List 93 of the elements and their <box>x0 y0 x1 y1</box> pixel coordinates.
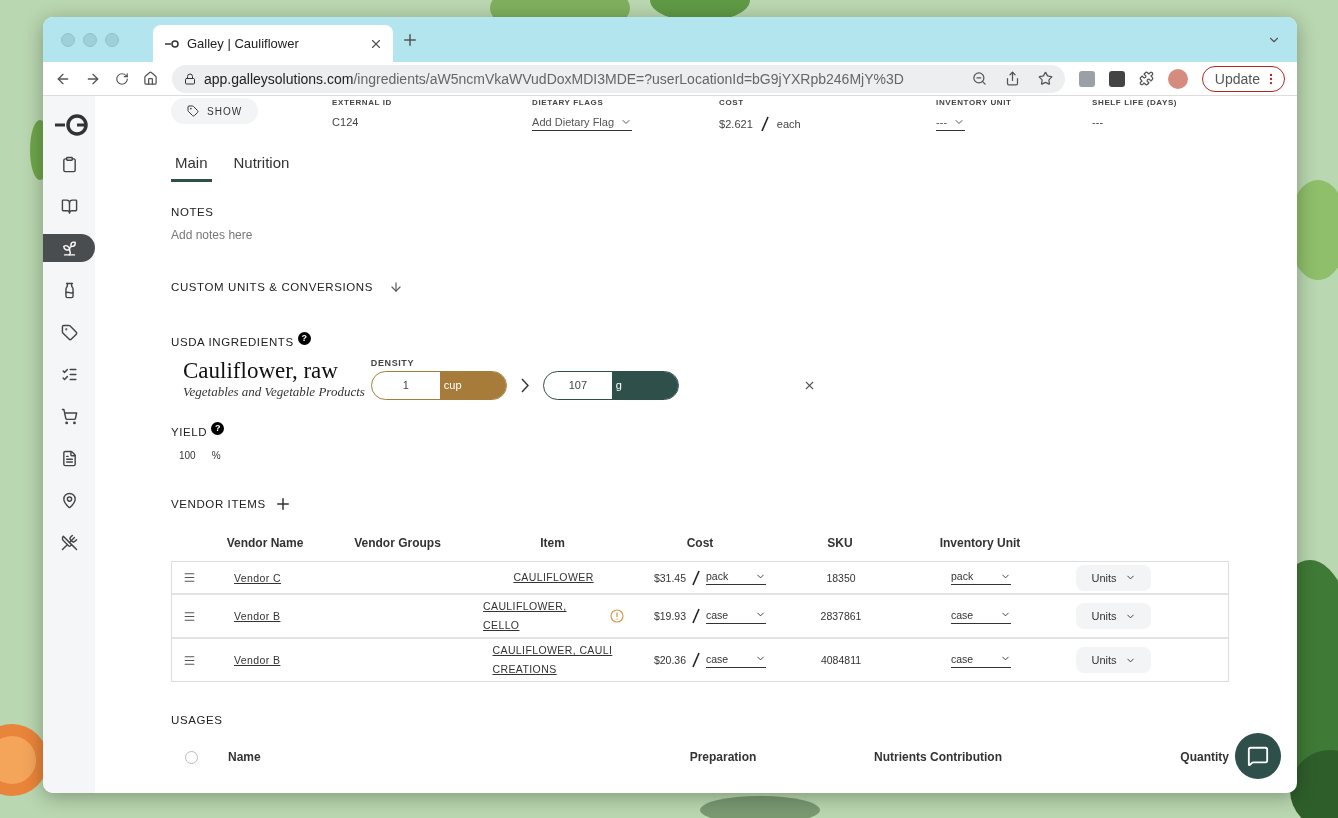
lock-icon <box>184 72 196 85</box>
avatar-icon[interactable] <box>1167 68 1188 89</box>
update-button[interactable]: Update <box>1201 65 1285 92</box>
sidebar-item[interactable] <box>43 234 95 262</box>
address-bar[interactable]: app.galleysolutions.com/ingredients/aW5ncmVkaWVudDoxMDI3MDE=?userLocationId=bG9jYXRpb246MjY%3D <box>172 64 1065 93</box>
url-path: /ingredients/aW5ncmVkaWVudDoxMDI3MDE=?userLocationId=bG9jYXRpb246MjY%3D <box>353 70 904 87</box>
chat-button[interactable] <box>1235 733 1281 779</box>
field-label: COST <box>719 98 745 107</box>
tab[interactable]: Main <box>171 154 212 182</box>
tag-icon <box>60 323 78 341</box>
home-icon[interactable] <box>143 71 158 86</box>
slash-icon <box>692 652 700 668</box>
sku-cell-text: 4084811 <box>819 654 863 666</box>
url-host: app.galleysolutions.com <box>204 70 354 87</box>
help-icon[interactable]: ? <box>297 331 311 345</box>
unit-select[interactable]: pack <box>706 570 766 585</box>
utensils-icon <box>60 533 78 551</box>
slash-icon <box>692 569 700 586</box>
star-icon[interactable] <box>1037 71 1053 86</box>
column-header: SKU <box>826 536 854 550</box>
column-header: Vendor Name <box>225 536 305 550</box>
cost-value: $19.93 <box>653 610 686 622</box>
unit-select[interactable]: case <box>706 608 766 624</box>
unit-select[interactable]: case <box>706 652 766 668</box>
browser-tab[interactable]: Galley | Cauliflower <box>153 25 393 62</box>
section-title: USDA INGREDIENTS <box>171 336 294 348</box>
field-label: EXTERNAL ID <box>332 98 393 107</box>
show-button[interactable]: SHOW <box>171 98 259 124</box>
ingredient-category: Vegetables and Vegetable Products <box>183 384 365 400</box>
sprout-icon <box>60 239 78 257</box>
slash-icon <box>760 116 769 132</box>
column-header: Cost <box>685 536 715 550</box>
section-title: CUSTOM UNITS & CONVERSIONS <box>171 281 373 293</box>
select-field[interactable]: Add Dietary Flag <box>532 116 633 131</box>
select-all-radio[interactable] <box>185 750 198 764</box>
column-header: Preparation <box>688 750 758 764</box>
notes-field[interactable]: Add notes here <box>171 228 1229 242</box>
cart-icon <box>60 407 78 425</box>
field-value: each <box>776 118 801 130</box>
chat-icon <box>1247 745 1269 767</box>
unit-select[interactable]: case <box>951 652 1011 668</box>
item-link[interactable]: CAULIFLOWER <box>513 568 594 587</box>
map-pin-icon <box>60 491 78 509</box>
puzzle-icon[interactable] <box>1138 71 1154 86</box>
units-button[interactable]: Units <box>1076 647 1151 673</box>
field-value: C124 <box>332 116 360 128</box>
zoom-out-icon[interactable] <box>971 71 987 86</box>
field-label: SHELF LIFE (DAYS) <box>1092 98 1179 107</box>
vendor-link[interactable]: Vendor C <box>234 571 281 584</box>
book-icon <box>60 197 78 215</box>
document-icon <box>60 449 78 467</box>
section-title: USAGES <box>171 714 223 726</box>
column-header: Vendor Groups <box>353 536 442 550</box>
sku-cell-text: 18350 <box>825 571 857 584</box>
section-title: VENDOR ITEMS <box>171 498 266 510</box>
density-label: DENSITY <box>370 358 416 368</box>
logo-icon[interactable] <box>55 114 89 136</box>
column-header: Quantity <box>1179 750 1229 764</box>
slash-icon <box>692 608 700 624</box>
cost-value: $20.36 <box>653 654 686 666</box>
vendor-link[interactable]: Vendor B <box>234 654 281 666</box>
unit-select[interactable]: pack <box>951 570 1011 585</box>
clipboard-icon <box>60 155 78 173</box>
chevron-right-icon <box>520 378 529 393</box>
field-label: INVENTORY UNIT <box>936 98 1013 107</box>
units-button[interactable]: Units <box>1076 603 1151 629</box>
field-value: $2.621 <box>719 118 753 130</box>
section-title: NOTES <box>171 206 214 218</box>
select-field[interactable]: --- <box>936 116 966 131</box>
extension-icon[interactable] <box>1108 70 1125 87</box>
share-icon[interactable] <box>1004 71 1020 86</box>
tab[interactable]: Nutrition <box>229 154 294 182</box>
unit-select[interactable]: case <box>951 608 1011 624</box>
column-header: Nutrients Contribution <box>873 750 1003 764</box>
item-link[interactable]: CAULIFLOWER, CELLO <box>483 597 605 635</box>
section-title: YIELD <box>171 426 208 438</box>
item-link[interactable]: CAULIFLOWER, CAULI CREATIONS <box>492 641 615 679</box>
field-label: DIETARY FLAGS <box>532 98 605 107</box>
yield-unit: % <box>211 450 221 461</box>
key-icon <box>165 39 179 48</box>
cost-value: $31.45 <box>653 571 686 584</box>
units-button[interactable]: Units <box>1076 564 1151 591</box>
reload-icon[interactable] <box>115 71 129 86</box>
column-header: Name <box>228 750 262 764</box>
column-header: Item <box>539 536 566 550</box>
vendor-link[interactable]: Vendor B <box>234 610 281 622</box>
tag-icon <box>187 105 199 117</box>
sku-cell-text: 2837861 <box>819 610 863 622</box>
ingredient-name: Cauliflower, raw <box>183 358 339 384</box>
yield-value: 100 <box>179 450 196 461</box>
column-header: Inventory Unit <box>938 536 1022 550</box>
field-value: --- <box>1092 116 1105 128</box>
help-icon[interactable]: ? <box>211 421 225 435</box>
